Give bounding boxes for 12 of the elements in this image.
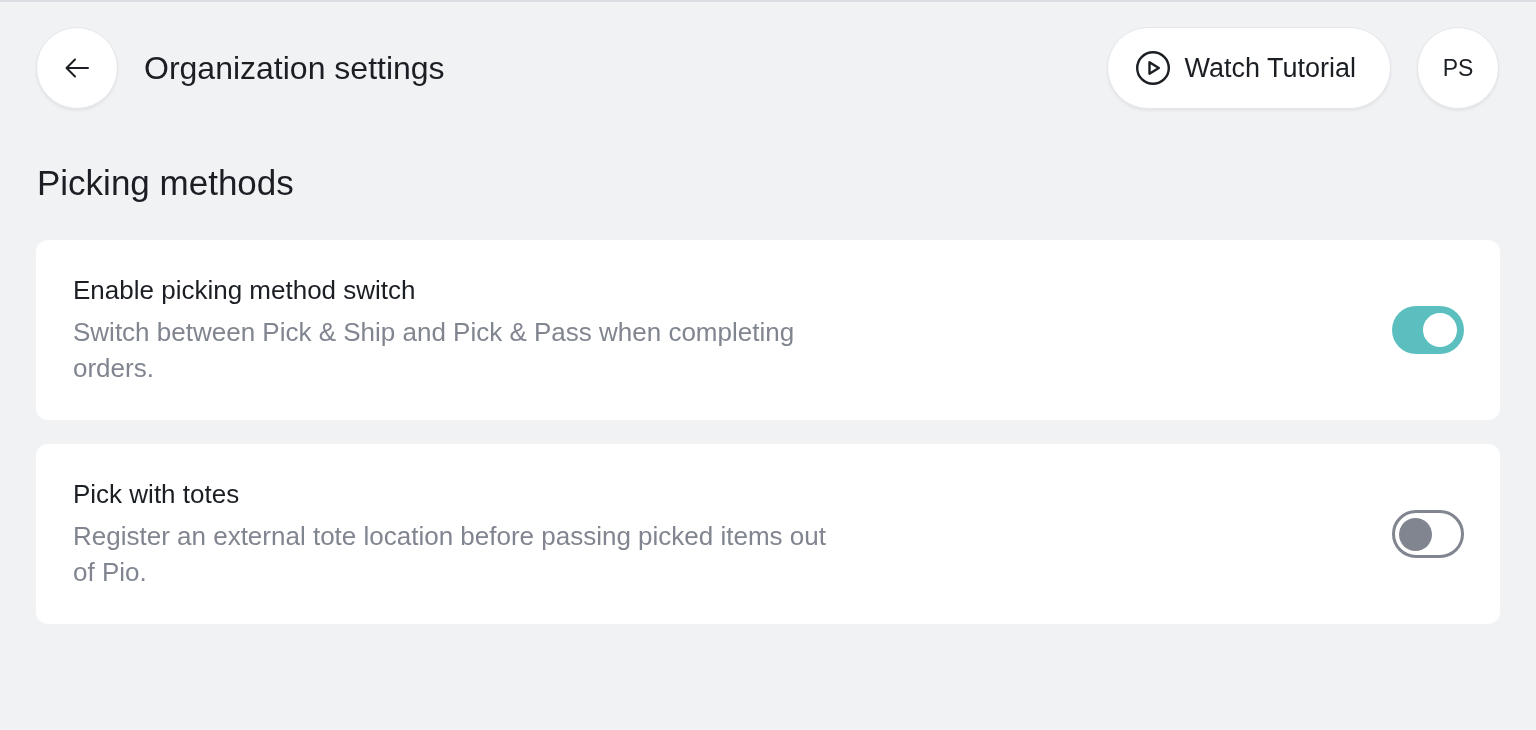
section-title: Picking methods	[37, 163, 295, 203]
setting-description: Register an external tote location before passing picked items out of Pio.	[73, 520, 827, 589]
setting-title: Pick with totes	[73, 478, 241, 510]
user-avatar-button[interactable]: PS	[1417, 27, 1499, 109]
watch-tutorial-button[interactable]: Watch Tutorial	[1107, 27, 1391, 109]
setting-title: Enable picking method switch	[73, 274, 417, 306]
setting-description: Switch between Pick & Ship and Pick & Pass when completing orders.	[73, 316, 796, 385]
arrow-left-icon	[65, 58, 89, 78]
toggle-switch[interactable]	[1392, 510, 1464, 558]
page-title: Organization settings	[144, 49, 445, 88]
toggle-switch[interactable]	[1392, 306, 1464, 354]
play-circle-icon	[1136, 51, 1171, 85]
